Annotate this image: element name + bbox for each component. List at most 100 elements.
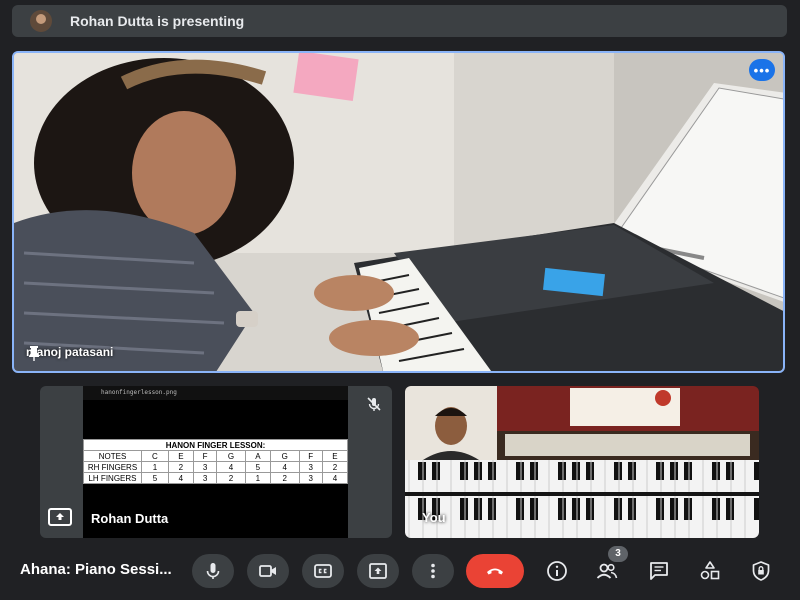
black-key [670, 498, 678, 520]
black-key [586, 462, 594, 480]
hanon-table-title: HANON FINGER LESSON: [83, 439, 348, 451]
black-key [656, 498, 664, 520]
table-cell: F [298, 450, 323, 462]
meeting-details-button[interactable] [544, 558, 570, 584]
black-key [754, 462, 759, 480]
mic-off-icon [367, 397, 381, 411]
black-key [614, 498, 622, 520]
table-row: NOTES C E F G A G F E [83, 450, 349, 462]
mic-icon [206, 563, 220, 579]
microphone-button[interactable] [192, 554, 234, 588]
chat-icon [650, 562, 668, 580]
more-actions-button[interactable] [412, 554, 454, 588]
black-key [474, 462, 482, 480]
presenting-text: Rohan Dutta is presenting [70, 13, 245, 29]
table-cell: 2 [216, 472, 246, 484]
meeting-title: Ahana: Piano Sessi... [20, 561, 172, 578]
table-cell: 2 [167, 461, 194, 473]
black-key [684, 462, 692, 480]
black-key [530, 462, 538, 480]
black-key [432, 462, 440, 480]
activities-icon [700, 561, 720, 580]
black-key [684, 498, 692, 520]
more-vert-icon [431, 563, 435, 579]
black-key [726, 462, 734, 480]
black-key [558, 498, 566, 520]
main-video-tile[interactable]: ••• manoj patasani [12, 51, 785, 373]
table-cell: 2 [321, 461, 349, 473]
black-key [712, 498, 720, 520]
black-key [628, 498, 636, 520]
table-row: RH FINGERS 1 2 3 4 5 4 3 2 [83, 461, 349, 473]
black-key [460, 462, 468, 480]
pin-icon[interactable] [26, 345, 42, 361]
table-cell: 3 [192, 472, 218, 484]
captions-button[interactable] [302, 554, 344, 588]
table-cell: 3 [298, 461, 323, 473]
black-key [586, 498, 594, 520]
people-icon [596, 563, 618, 579]
table-cell: 5 [244, 461, 271, 473]
black-key [572, 462, 580, 480]
black-key [530, 498, 538, 520]
participant-count-badge: 3 [608, 546, 628, 562]
table-cell: 4 [216, 461, 246, 473]
table-cell: G [269, 450, 300, 462]
table-cell: 4 [269, 461, 300, 473]
table-cell: 2 [269, 472, 300, 484]
black-key [614, 462, 622, 480]
leave-call-button[interactable] [466, 554, 524, 588]
black-key [726, 498, 734, 520]
presenter-name: Rohan Dutta [91, 511, 169, 526]
videocam-icon [259, 565, 276, 577]
black-key [488, 462, 496, 480]
black-key [516, 498, 524, 520]
table-cell: 4 [167, 472, 194, 484]
table-cell: A [244, 450, 271, 462]
black-key [572, 498, 580, 520]
table-cell: C [141, 450, 169, 462]
main-video-image [14, 53, 783, 371]
table-cell: 1 [244, 472, 271, 484]
table-cell: G [216, 450, 246, 462]
black-key [670, 462, 678, 480]
table-cell: E [167, 450, 194, 462]
row-label: NOTES [83, 450, 142, 462]
table-cell: 1 [141, 461, 169, 473]
table-cell: E [321, 450, 349, 462]
hanon-finger-table: HANON FINGER LESSON: NOTES C E F G A G F… [83, 439, 349, 484]
black-key [460, 498, 468, 520]
presenting-banner: Rohan Dutta is presenting [12, 5, 787, 37]
table-row: LH FINGERS 5 4 3 2 1 2 3 4 [83, 472, 349, 484]
chat-button[interactable] [646, 558, 672, 584]
self-video-image [405, 386, 759, 538]
camera-button[interactable] [247, 554, 289, 588]
black-key [712, 462, 720, 480]
main-video-name-tag: manoj patasani [26, 345, 113, 361]
self-view-tile[interactable]: You [405, 386, 759, 538]
black-key [754, 498, 759, 520]
self-label: You [422, 510, 446, 525]
black-key [628, 462, 636, 480]
table-cell: F [192, 450, 218, 462]
presentation-tile[interactable]: hanonfingerlesson.png HANON FINGER LESSO… [40, 386, 392, 538]
presenter-avatar [30, 10, 52, 32]
shield-lock-icon [752, 561, 770, 581]
black-key [418, 462, 426, 480]
call-end-icon [487, 568, 503, 575]
activities-button[interactable] [697, 558, 723, 584]
present-screen-icon [48, 508, 72, 526]
table-cell: 5 [141, 472, 169, 484]
info-icon [547, 561, 567, 581]
present-to-all-icon [369, 563, 387, 579]
more-options-button[interactable]: ••• [749, 59, 775, 81]
table-cell: 3 [192, 461, 218, 473]
shared-file-name: hanonfingerlesson.png [83, 386, 348, 400]
host-controls-button[interactable] [748, 558, 774, 584]
table-cell: 3 [298, 472, 323, 484]
row-label: RH FINGERS [83, 461, 142, 473]
present-now-button[interactable] [357, 554, 399, 588]
black-key [656, 462, 664, 480]
closed-captions-icon [314, 564, 332, 578]
black-key [558, 462, 566, 480]
